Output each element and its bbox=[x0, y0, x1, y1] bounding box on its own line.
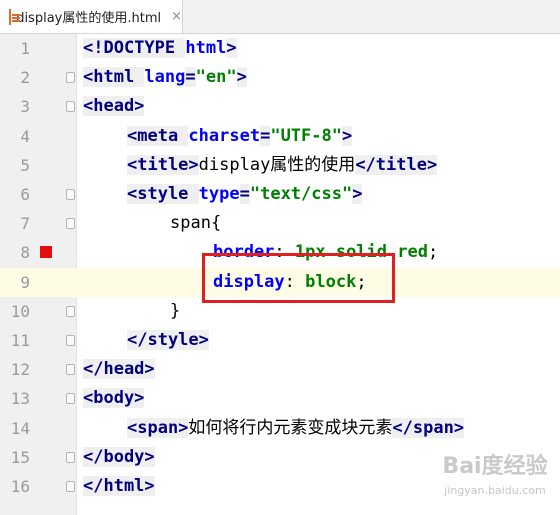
code-token: > bbox=[236, 67, 247, 88]
line-number: 2 bbox=[20, 68, 30, 88]
code-line[interactable]: 2 <html lang="en"> bbox=[0, 63, 560, 92]
code-token: 如何将行内元素变成块元素 bbox=[188, 417, 393, 438]
code-text: <html lang="en"> bbox=[83, 63, 247, 92]
watermark-brand: Bai度经验 bbox=[442, 454, 548, 479]
line-number: 5 bbox=[20, 155, 30, 175]
fold-icon[interactable] bbox=[66, 451, 75, 463]
tab-title: display属性的使用.html bbox=[16, 11, 162, 26]
fold-icon[interactable] bbox=[66, 393, 75, 405]
code-token: "UTF-8" bbox=[270, 125, 342, 146]
editor-tab-bar: display属性的使用.html × bbox=[0, 0, 560, 34]
code-text: } bbox=[170, 297, 180, 326]
code-editor[interactable]: 1 <!DOCTYPE html> 2 <html lang="en"> 3 <head>… bbox=[0, 34, 560, 515]
code-token: lang bbox=[144, 67, 186, 88]
code-token: } bbox=[170, 300, 181, 321]
code-token: > bbox=[341, 125, 353, 146]
fold-icon[interactable] bbox=[66, 218, 75, 230]
line-number: 11 bbox=[10, 331, 30, 350]
code-token: display属性的使用 bbox=[198, 154, 356, 175]
code-token: </body> bbox=[83, 446, 155, 467]
code-token: </html> bbox=[83, 476, 155, 496]
code-text: <head> bbox=[83, 92, 145, 121]
code-line[interactable]: 13 <body> bbox=[0, 384, 560, 413]
annotation-highlight-box bbox=[202, 253, 395, 303]
file-tab[interactable]: display属性的使用.html × bbox=[0, 0, 183, 33]
line-number: 4 bbox=[20, 126, 30, 146]
line-number: 6 bbox=[20, 185, 30, 204]
code-text: </head> bbox=[83, 355, 155, 384]
code-text: <meta charset="UTF-8"> bbox=[127, 122, 353, 151]
code-text: span{ bbox=[170, 209, 221, 238]
watermark-url: jingyan.baidu.com bbox=[444, 484, 546, 497]
code-token: <meta bbox=[127, 125, 189, 146]
code-line[interactable]: 7 span{ bbox=[0, 209, 560, 238]
code-text: </body> bbox=[83, 443, 155, 472]
line-number: 8 bbox=[20, 243, 30, 263]
code-text: <title>display属性的使用</title> bbox=[127, 151, 438, 180]
code-line[interactable]: 6 <style type="text/css"> bbox=[0, 180, 560, 209]
code-token: = bbox=[239, 184, 250, 204]
close-icon[interactable]: × bbox=[171, 9, 182, 24]
line-number: 10 bbox=[10, 301, 30, 321]
line-number: 1 bbox=[20, 39, 30, 58]
line-number: 3 bbox=[20, 97, 30, 117]
code-token: > bbox=[226, 38, 237, 58]
fold-icon[interactable] bbox=[66, 335, 75, 346]
line-number: 9 bbox=[20, 272, 30, 292]
code-token: > bbox=[352, 184, 363, 204]
code-line[interactable]: 5 <title>display属性的使用</title> bbox=[0, 151, 560, 180]
code-token: <style bbox=[127, 184, 199, 204]
fold-icon[interactable] bbox=[66, 189, 75, 200]
code-token: <html bbox=[83, 67, 145, 88]
code-text: </html> bbox=[83, 472, 155, 501]
code-token: <span> bbox=[127, 417, 189, 438]
code-token: span{ bbox=[170, 213, 222, 234]
code-line[interactable]: 3 <head> bbox=[0, 92, 560, 121]
code-token: </style> bbox=[127, 330, 209, 350]
code-token: ; bbox=[427, 242, 439, 263]
code-text: <body> bbox=[83, 384, 145, 413]
fold-icon[interactable] bbox=[66, 305, 75, 317]
code-token: type bbox=[198, 184, 240, 204]
code-text: </style> bbox=[127, 326, 209, 355]
code-text: <!DOCTYPE html> bbox=[83, 34, 237, 63]
code-token: </title> bbox=[355, 154, 438, 175]
line-number: 7 bbox=[20, 214, 30, 234]
code-token: "en" bbox=[195, 67, 237, 88]
fold-icon[interactable] bbox=[66, 364, 75, 376]
code-text: <style type="text/css"> bbox=[127, 180, 363, 209]
line-number: 13 bbox=[10, 389, 30, 409]
line-number: 12 bbox=[10, 360, 30, 380]
code-token: </head> bbox=[83, 359, 155, 380]
code-line[interactable]: 12 </head> bbox=[0, 355, 560, 384]
fold-icon[interactable] bbox=[66, 72, 75, 84]
html-file-icon bbox=[9, 8, 22, 25]
code-token: = bbox=[260, 125, 271, 146]
code-line[interactable]: 4 <meta charset="UTF-8"> bbox=[0, 122, 560, 151]
code-token: html bbox=[185, 38, 227, 58]
code-line[interactable]: 11 </style> bbox=[0, 326, 560, 355]
code-token: charset bbox=[188, 125, 261, 146]
code-line[interactable]: 14 <span>如何将行内元素变成块元素</span> bbox=[0, 414, 560, 443]
baidu-jingyan-watermark: Bai度经验 jingyan.baidu.com bbox=[440, 448, 550, 508]
code-line[interactable]: 1 <!DOCTYPE html> bbox=[0, 34, 560, 63]
code-token: <title> bbox=[127, 154, 199, 175]
code-token: <!DOCTYPE bbox=[83, 38, 186, 58]
code-text: <span>如何将行内元素变成块元素</span> bbox=[127, 414, 465, 443]
code-token: <head> bbox=[83, 96, 145, 117]
code-token: </span> bbox=[392, 417, 465, 438]
line-number: 14 bbox=[10, 418, 30, 438]
code-token: "text/css" bbox=[249, 184, 353, 204]
fold-icon[interactable] bbox=[66, 481, 75, 492]
line-number: 15 bbox=[10, 447, 30, 467]
fold-icon[interactable] bbox=[66, 101, 75, 113]
line-number: 16 bbox=[10, 477, 30, 496]
code-token: = bbox=[185, 67, 196, 88]
breakpoint-icon[interactable] bbox=[40, 246, 52, 259]
code-token: <body> bbox=[83, 388, 145, 409]
